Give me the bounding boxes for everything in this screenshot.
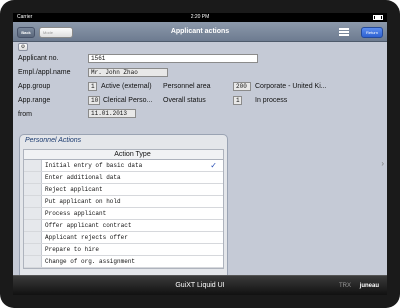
screen: Carrier 2:20 PM Applicant actions Back M… (13, 13, 387, 295)
applicant-no-field[interactable]: 1561 (88, 54, 258, 63)
bottom-bar: GuiXT Liquid UI TRX juneau (13, 275, 387, 295)
brand-label: GuiXT Liquid UI (175, 282, 225, 289)
from-date-field: 11.01.2013 (88, 109, 136, 118)
row-selector[interactable] (24, 196, 42, 207)
table-row[interactable]: Put applicant on hold (24, 196, 223, 208)
row-selector[interactable] (24, 184, 42, 195)
back-button[interactable]: Back (17, 27, 35, 38)
chevron-right-icon[interactable]: › (381, 159, 384, 168)
action-type-label: Put applicant on hold (45, 198, 121, 205)
action-type-label: Change of org. assignment (45, 258, 136, 265)
action-type-label: Prepare to hire (45, 246, 100, 253)
row-selector[interactable] (24, 256, 42, 267)
action-type-label: Process applicant (45, 210, 107, 217)
personnel-actions-panel: Personnel Actions Action Type Initial en… (19, 134, 228, 282)
row-selector[interactable] (24, 160, 42, 171)
group-text: Active (external) (101, 83, 152, 90)
name-label: Empl./appl.name (18, 69, 71, 76)
action-type-label: Initial entry of basic data (45, 162, 143, 169)
personnel-area-code-field: 200 (233, 82, 251, 91)
name-field: Mr. John Zhao (88, 68, 168, 77)
row-selector[interactable] (24, 208, 42, 219)
overall-status-label: Overall status (163, 97, 206, 104)
battery-icon (373, 15, 383, 20)
row-selector[interactable] (24, 220, 42, 231)
range-code-field: 10 (88, 96, 100, 105)
table-row[interactable]: Enter additional data (24, 172, 223, 184)
personnel-area-text: Corporate - United Ki... (255, 83, 327, 90)
table-row[interactable]: Change of org. assignment (24, 256, 223, 268)
table-row[interactable]: Initial entry of basic data ✓ (24, 160, 223, 172)
applicant-no-label: Applicant no. (18, 55, 59, 62)
action-type-label: Offer applicant contract (45, 222, 132, 229)
settings-icon[interactable]: ⚙ (18, 43, 28, 51)
row-selector[interactable] (24, 232, 42, 243)
ipad-frame: Carrier 2:20 PM Applicant actions Back M… (0, 0, 400, 308)
return-button[interactable]: Return (361, 27, 383, 38)
row-selector[interactable] (24, 244, 42, 255)
table-row[interactable]: Process applicant (24, 208, 223, 220)
panel-title: Personnel Actions (25, 137, 82, 144)
range-label: App.range (18, 97, 51, 104)
table-row[interactable]: Prepare to hire (24, 244, 223, 256)
checkmark-icon: ✓ (210, 161, 217, 170)
overall-status-code-field: 1 (233, 96, 242, 105)
table-row[interactable]: Applicant rejects offer (24, 232, 223, 244)
from-label: from (18, 111, 32, 118)
mode-search-field[interactable]: Mode (39, 27, 73, 38)
actions-table: Action Type Initial entry of basic data ✓… (23, 149, 224, 269)
row-selector[interactable] (24, 172, 42, 183)
table-row[interactable]: Offer applicant contract (24, 220, 223, 232)
user-label: juneau (359, 283, 379, 289)
table-row[interactable]: Reject applicant (24, 184, 223, 196)
group-code-field: 1 (88, 82, 97, 91)
group-label: App.group (18, 83, 51, 90)
clock: 2:20 PM (190, 14, 210, 20)
range-text: Clerical Perso... (103, 97, 153, 104)
navigation-bar: Applicant actions Back Mode Return (13, 22, 387, 42)
action-type-label: Enter additional data (45, 174, 121, 181)
trx-label[interactable]: TRX (339, 276, 351, 295)
action-type-label: Reject applicant (45, 186, 103, 193)
status-bar: Carrier 2:20 PM (13, 13, 387, 22)
action-type-header: Action Type (24, 150, 223, 160)
action-type-label: Applicant rejects offer (45, 234, 128, 241)
overall-status-text: In process (255, 97, 288, 104)
list-menu-icon[interactable] (339, 28, 349, 36)
personnel-area-label: Personnel area (163, 83, 211, 90)
